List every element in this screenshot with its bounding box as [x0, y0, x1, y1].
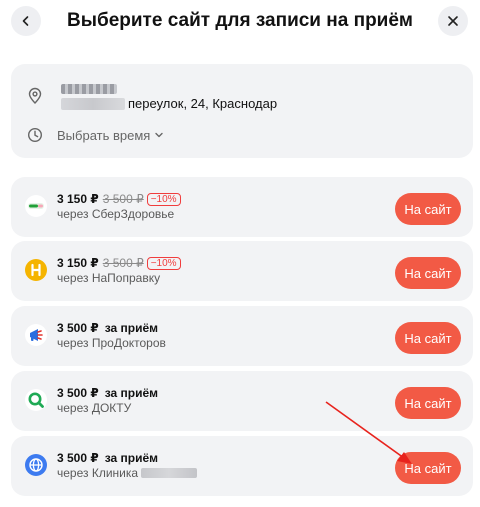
- via-line: через Клиника: [57, 466, 198, 480]
- via-text: через ПроДокторов: [57, 336, 166, 350]
- doktu-logo: [25, 389, 47, 411]
- time-row[interactable]: Выбрать время: [25, 125, 164, 145]
- go-to-site-button[interactable]: На сайт: [395, 257, 461, 289]
- old-price: 3 500 ₽: [102, 256, 144, 270]
- page-title: Выберите сайт для записи на приём: [67, 10, 413, 31]
- site-card-sberzdorovie: 3 150 ₽ 3 500 ₽ −10% через СберЗдоровье …: [11, 177, 473, 237]
- address-row: переулок, 24, Краснодар: [25, 81, 277, 111]
- price: 3 500 ₽: [57, 321, 99, 335]
- offer-text: 3 500 ₽ за приём через Клиника: [57, 451, 198, 480]
- choose-time-label: Выбрать время: [57, 127, 151, 143]
- sberzdorovie-logo: [25, 195, 47, 217]
- chevron-down-icon: [154, 130, 164, 140]
- offer-text: 3 500 ₽ за приём через ДОКТУ: [57, 386, 158, 415]
- per-visit-label: за приём: [104, 321, 159, 335]
- via-text: через СберЗдоровье: [57, 207, 175, 221]
- offer-text: 3 150 ₽ 3 500 ₽ −10% через СберЗдоровье: [57, 192, 181, 221]
- site-card-prodoktorov: 3 500 ₽ за приём через ПроДокторов На са…: [11, 306, 473, 366]
- clock-icon: [25, 125, 45, 145]
- location-card: переулок, 24, Краснодар Выбрать время: [11, 64, 473, 158]
- offer-text: 3 500 ₽ за приём через ПроДокторов: [57, 321, 166, 350]
- naporavku-logo: [25, 259, 47, 281]
- clinic-name-redacted: [61, 84, 117, 94]
- per-visit-label: за приём: [104, 451, 159, 465]
- address-text: переулок, 24, Краснодар: [128, 96, 278, 111]
- go-to-site-button[interactable]: На сайт: [395, 387, 461, 419]
- price-line: 3 500 ₽ за приём: [57, 451, 197, 465]
- go-to-site-button[interactable]: На сайт: [395, 452, 461, 484]
- price-line: 3 150 ₽ 3 500 ₽ −10%: [57, 256, 181, 270]
- site-card-clinic: 3 500 ₽ за приём через Клиника На сайт: [11, 436, 473, 496]
- site-card-naporavku: 3 150 ₽ 3 500 ₽ −10% через НаПоправку На…: [11, 241, 473, 301]
- price: 3 150 ₽: [57, 192, 99, 206]
- close-icon: [448, 16, 458, 26]
- clinic-name-redacted: [141, 468, 198, 478]
- close-button[interactable]: [438, 6, 468, 36]
- discount-badge: −10%: [146, 256, 181, 270]
- prodoktorov-logo: [25, 324, 47, 346]
- price-line: 3 150 ₽ 3 500 ₽ −10%: [57, 192, 181, 206]
- offer-text: 3 150 ₽ 3 500 ₽ −10% через НаПоправку: [57, 256, 181, 285]
- address-line: переулок, 24, Краснодар: [61, 96, 277, 111]
- price-line: 3 500 ₽ за приём: [57, 386, 158, 400]
- site-card-doktu: 3 500 ₽ за приём через ДОКТУ На сайт: [11, 371, 473, 431]
- go-to-site-button[interactable]: На сайт: [395, 322, 461, 354]
- price: 3 500 ₽: [57, 451, 99, 465]
- price: 3 150 ₽: [57, 256, 99, 270]
- price-line: 3 500 ₽ за приём: [57, 321, 166, 335]
- choose-time-dropdown[interactable]: Выбрать время: [57, 128, 164, 143]
- per-visit-label: за приём: [104, 386, 159, 400]
- old-price: 3 500 ₽: [102, 192, 144, 206]
- via-text: через Клиника: [57, 466, 139, 480]
- via-text: через ДОКТУ: [57, 401, 132, 415]
- header: Выберите сайт для записи на приём: [0, 0, 480, 44]
- go-to-site-button[interactable]: На сайт: [395, 193, 461, 225]
- via-text: через НаПоправку: [57, 271, 161, 285]
- globe-icon: [25, 454, 47, 476]
- discount-badge: −10%: [146, 192, 181, 206]
- address-block: переулок, 24, Краснодар: [61, 81, 277, 111]
- price: 3 500 ₽: [57, 386, 99, 400]
- location-pin-icon: [25, 86, 45, 106]
- address-redacted: [61, 97, 125, 110]
